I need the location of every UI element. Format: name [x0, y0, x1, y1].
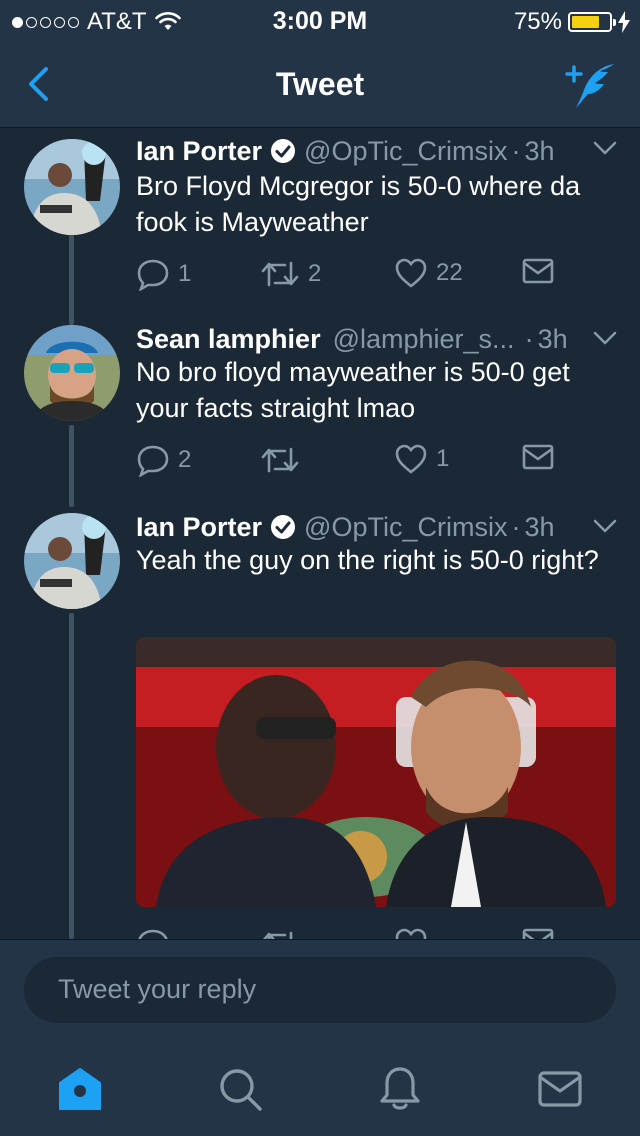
chevron-down-icon[interactable] [592, 139, 618, 157]
search-icon[interactable] [216, 1065, 264, 1113]
separator-dot: · [511, 511, 521, 542]
reply-input[interactable]: Tweet your reply [24, 957, 616, 1023]
battery-icon [568, 12, 616, 32]
reply-icon [137, 259, 169, 291]
compose-tweet-icon[interactable] [564, 60, 618, 110]
tweet-item[interactable]: Sean lamphier @lamphier_s... · 3h No bro… [0, 321, 640, 507]
like-button[interactable]: 1 [394, 443, 449, 475]
navigation-bar: Tweet [0, 40, 640, 128]
direct-message-button[interactable] [522, 443, 554, 471]
author-name[interactable]: Ian Porter [136, 512, 262, 543]
retweet-icon [261, 261, 299, 287]
conversation-thread: Ian Porter @OpTic_Crimsix · 3h Bro Floyd… [0, 129, 640, 939]
charging-bolt-icon [618, 11, 630, 33]
like-button[interactable]: 22 [394, 257, 463, 289]
verified-badge-icon [271, 139, 296, 163]
retweet-icon [263, 931, 293, 939]
reply-composer: Tweet your reply [0, 939, 640, 1035]
avatar[interactable] [24, 139, 120, 235]
chevron-down-icon[interactable] [592, 329, 618, 347]
avatar[interactable] [24, 513, 120, 609]
avatar[interactable] [24, 325, 120, 421]
like-count: 22 [436, 259, 463, 286]
home-icon[interactable] [56, 1065, 104, 1113]
tweet-text: No bro floyd mayweather is 50-0 get your… [136, 357, 570, 423]
author-name[interactable]: Ian Porter [136, 136, 262, 167]
tweet-actions: 2 1 [136, 443, 566, 483]
tweet-text: Yeah the guy on the right is 50-0 right? [136, 545, 599, 575]
verified-badge-icon [271, 515, 296, 539]
reply-button[interactable]: 2 [136, 443, 191, 477]
tweet-actions: 1 2 22 [136, 257, 566, 297]
like-count: 1 [436, 445, 450, 472]
envelope-icon [522, 928, 554, 939]
retweet-button[interactable] [260, 443, 308, 477]
page-title: Tweet [275, 66, 365, 102]
reply-button[interactable]: 1 [136, 257, 191, 291]
heart-icon [395, 444, 427, 474]
retweet-button[interactable] [260, 927, 300, 939]
separator-dot: · [511, 135, 521, 166]
status-bar: AT&T 3:00 PM 75% [0, 0, 640, 40]
tweet-item[interactable]: Ian Porter @OpTic_Crimsix · 3h Bro Floyd… [0, 129, 640, 319]
separator-dot: · [524, 323, 534, 354]
tweet-photo[interactable] [136, 637, 616, 907]
author-name[interactable]: Sean lamphier [136, 324, 321, 355]
direct-message-button[interactable] [522, 257, 554, 285]
envelope-icon [522, 444, 554, 470]
heart-icon [395, 928, 427, 939]
retweet-icon [261, 447, 299, 473]
tweet-actions [136, 927, 566, 939]
heart-icon [395, 258, 427, 288]
retweet-button[interactable]: 2 [260, 257, 321, 291]
retweet-count: 2 [308, 260, 322, 287]
envelope-icon [522, 258, 554, 284]
tweet-text: Bro Floyd Mcgregor is 50-0 where da fook… [136, 171, 581, 237]
notifications-icon[interactable] [376, 1065, 424, 1113]
battery-indicator: 75% [514, 8, 630, 36]
reply-button[interactable] [136, 927, 170, 939]
reply-count: 2 [178, 446, 192, 473]
author-handle[interactable]: @lamphier_s... [333, 324, 515, 355]
tweet-item[interactable]: Ian Porter @OpTic_Crimsix · 3h Yeah the … [0, 509, 640, 939]
tab-bar [0, 1035, 640, 1136]
like-button[interactable] [394, 927, 428, 939]
chevron-down-icon[interactable] [592, 517, 618, 535]
tweet-time: 3h [537, 323, 568, 354]
author-handle[interactable]: @OpTic_Crimsix [304, 136, 507, 167]
reply-icon [138, 929, 168, 939]
reply-count: 1 [178, 260, 192, 287]
tweet-time: 3h [524, 135, 555, 166]
direct-message-button[interactable] [522, 927, 554, 939]
reply-icon [137, 445, 169, 477]
messages-icon[interactable] [536, 1065, 584, 1113]
battery-percent: 75% [513, 8, 562, 35]
author-handle[interactable]: @OpTic_Crimsix [304, 512, 507, 543]
tweet-time: 3h [524, 511, 555, 542]
